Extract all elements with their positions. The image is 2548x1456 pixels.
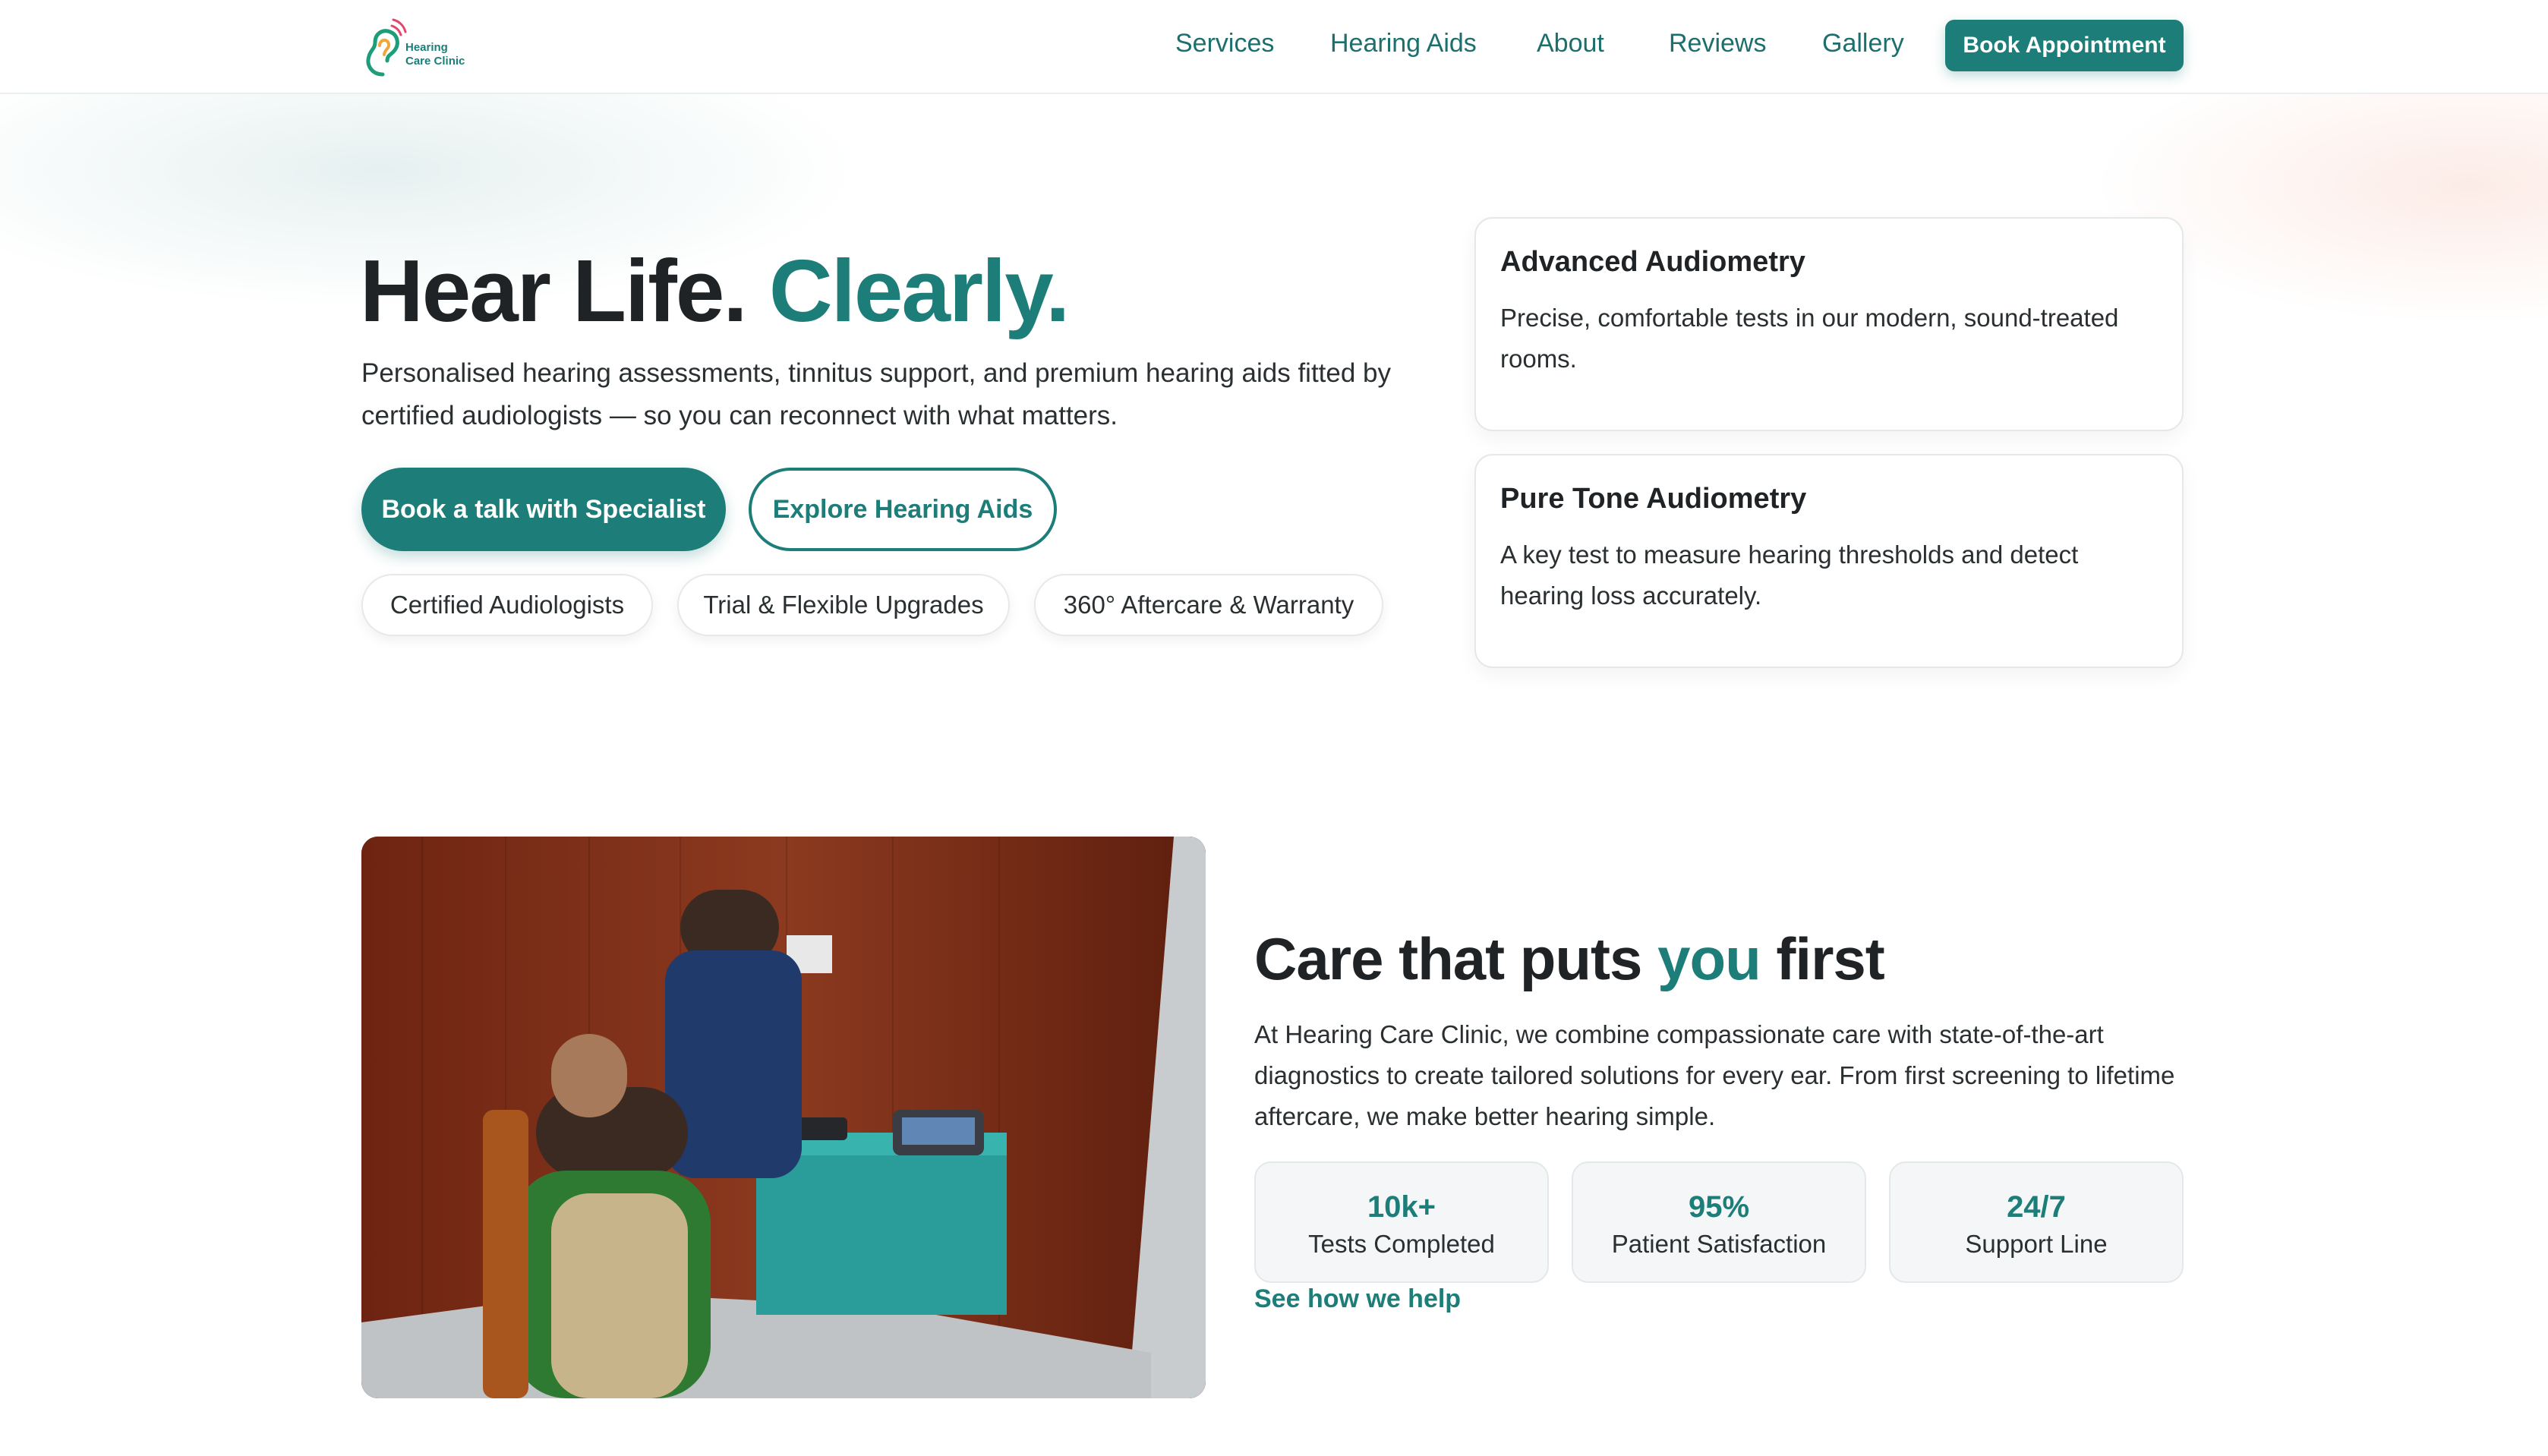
hero-title: Hear Life. Clearly.: [360, 240, 1071, 342]
card-body: A key test to measure hearing thresholds…: [1500, 540, 2079, 610]
top-navigation: Hearing Care Clinic Services Hearing Aid…: [0, 0, 2548, 94]
nav-link-hearing-aids[interactable]: Hearing Aids: [1330, 29, 1477, 58]
stat-value: 10k+: [1367, 1190, 1436, 1224]
see-how-we-help-link[interactable]: See how we help: [1254, 1284, 1461, 1314]
clinic-photo: [361, 837, 1206, 1398]
audiometry-session-image: [361, 837, 1206, 1398]
stat-label: Support Line: [1965, 1230, 2108, 1258]
hero-description: Personalised hearing assessments, tinnit…: [361, 358, 1392, 430]
feature-pill-trial: Trial & Flexible Upgrades: [677, 574, 1010, 636]
stat-value: 95%: [1688, 1190, 1750, 1224]
book-specialist-button[interactable]: Book a talk with Specialist: [361, 468, 726, 551]
stat-patient-satisfaction: 95% Patient Satisfaction: [1572, 1161, 1866, 1283]
stat-tests-completed: 10k+ Tests Completed: [1254, 1161, 1549, 1283]
stat-label: Tests Completed: [1308, 1230, 1495, 1258]
card-title: Pure Tone Audiometry: [1500, 483, 1807, 515]
explore-hearing-aids-button[interactable]: Explore Hearing Aids: [749, 468, 1057, 551]
service-card-advanced-audiometry[interactable]: Advanced Audiometry Precise, comfortable…: [1474, 217, 2184, 431]
care-description: At Hearing Care Clinic, we combine compa…: [1254, 1020, 2175, 1130]
service-card-pure-tone-audiometry[interactable]: Pure Tone Audiometry A key test to measu…: [1474, 454, 2184, 668]
hero-title-accent: Clearly.: [768, 241, 1071, 340]
stat-support-line: 24/7 Support Line: [1889, 1161, 2184, 1283]
nav-link-services[interactable]: Services: [1175, 29, 1274, 58]
feature-pill-audiologists: Certified Audiologists: [361, 574, 653, 636]
feature-pill-aftercare: 360° Aftercare & Warranty: [1034, 574, 1383, 636]
care-title: Care that puts you first: [1254, 925, 1885, 994]
card-body: Precise, comfortable tests in our modern…: [1500, 304, 2119, 373]
nav-link-about[interactable]: About: [1537, 29, 1604, 58]
care-title-before: Care that puts: [1254, 925, 1658, 992]
card-title: Advanced Audiometry: [1500, 246, 1805, 278]
hero-title-main: Hear Life.: [360, 241, 748, 340]
book-appointment-button[interactable]: Book Appointment: [1945, 20, 2184, 71]
nav-link-gallery[interactable]: Gallery: [1822, 29, 1904, 58]
care-title-accent: you: [1657, 925, 1761, 992]
stat-value: 24/7: [2007, 1190, 2066, 1224]
stat-label: Patient Satisfaction: [1611, 1230, 1827, 1258]
nav-link-reviews[interactable]: Reviews: [1669, 29, 1766, 58]
care-title-after: first: [1760, 925, 1884, 992]
